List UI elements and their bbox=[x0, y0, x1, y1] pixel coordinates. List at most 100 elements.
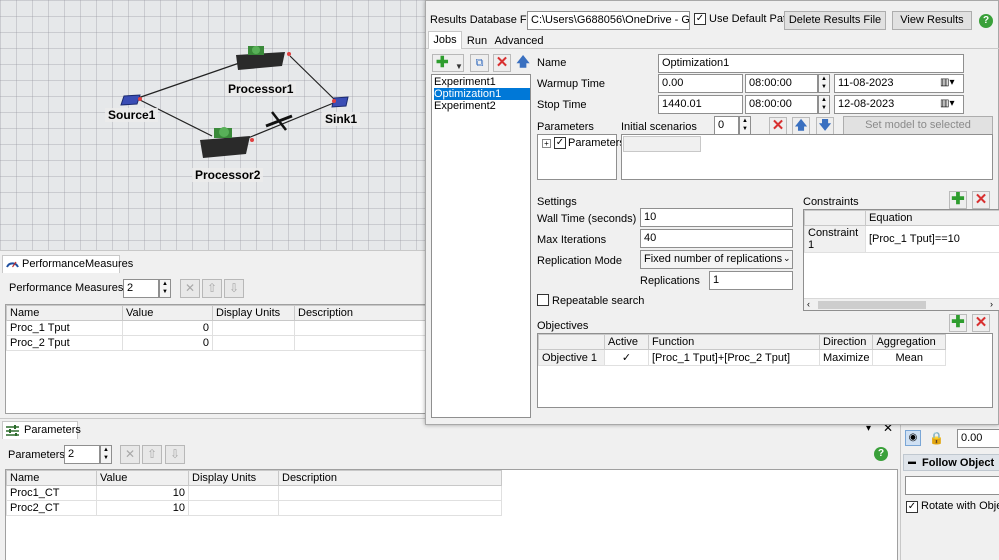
perf-value-cell[interactable]: 0 bbox=[122, 335, 213, 351]
help-icon[interactable]: ? bbox=[979, 14, 993, 28]
calendar-dropdown-icon[interactable]: ▥▾ bbox=[940, 77, 954, 88]
objective-direction-cell[interactable]: Maximize bbox=[818, 349, 874, 366]
delete-results-button[interactable]: Delete Results File bbox=[784, 11, 886, 30]
chevron-right-icon[interactable]: › bbox=[990, 299, 993, 309]
params-move-up-button[interactable]: ⇧ bbox=[142, 445, 162, 464]
param-name-cell[interactable]: Proc1_CT bbox=[6, 485, 97, 501]
perf-description-cell[interactable] bbox=[294, 320, 425, 336]
params-col-description[interactable]: Description bbox=[278, 470, 502, 486]
equation-col[interactable]: Equation bbox=[865, 210, 999, 226]
repeatable-search-checkbox[interactable] bbox=[537, 294, 549, 306]
list-item[interactable]: Experiment1 bbox=[434, 76, 530, 88]
param-units-cell[interactable] bbox=[188, 500, 279, 516]
eye-icon[interactable]: ◉ bbox=[905, 430, 921, 446]
perf-delete-button[interactable]: ✕ bbox=[180, 279, 200, 298]
table-row[interactable]: Proc_2 Tput 0 bbox=[6, 335, 425, 351]
tab-run[interactable]: Run bbox=[462, 33, 492, 49]
param-name-cell[interactable]: Proc2_CT bbox=[6, 500, 97, 516]
add-job-button[interactable]: ✚ ▼ bbox=[432, 54, 464, 72]
warmup-time-input[interactable]: 08:00:00 bbox=[745, 74, 818, 93]
follow-object-input[interactable] bbox=[905, 476, 999, 495]
perf-move-up-button[interactable]: ⇧ bbox=[202, 279, 222, 298]
warmup-time-spinner[interactable]: ▲ ▼ bbox=[818, 74, 830, 93]
stop-time-spinner[interactable]: ▲ ▼ bbox=[818, 95, 830, 114]
stop-time-input[interactable]: 08:00:00 bbox=[745, 95, 818, 114]
initial-scenarios-input[interactable]: 0 bbox=[714, 116, 739, 135]
params-count-spinner[interactable]: ▲ ▼ bbox=[100, 445, 112, 464]
perf-description-cell[interactable] bbox=[294, 335, 425, 351]
params-col-units[interactable]: Display Units bbox=[188, 470, 279, 486]
name-input[interactable]: Optimization1 bbox=[658, 54, 964, 73]
param-value-cell[interactable]: 10 bbox=[96, 485, 189, 501]
perf-col-name[interactable]: Name bbox=[6, 305, 123, 321]
expand-icon[interactable]: + bbox=[542, 139, 551, 148]
move-scenario-down-icon[interactable]: 🡇 bbox=[816, 117, 834, 135]
perf-count-input[interactable]: 2 bbox=[123, 279, 159, 298]
table-row[interactable]: Proc1_CT 10 bbox=[6, 485, 502, 501]
perf-units-cell[interactable] bbox=[212, 335, 295, 351]
horizontal-scrollbar[interactable]: ‹ › bbox=[804, 298, 999, 310]
param-description-cell[interactable] bbox=[278, 500, 502, 516]
rotate-with-object-checkbox[interactable]: ✓ bbox=[906, 501, 918, 513]
perf-name-cell[interactable]: Proc_1 Tput bbox=[6, 320, 123, 336]
tab-jobs[interactable]: Jobs bbox=[428, 31, 462, 49]
help-icon[interactable]: ? bbox=[874, 447, 888, 461]
list-item[interactable]: Experiment2 bbox=[434, 100, 530, 112]
constraint-equation-cell[interactable]: [Proc_1 Tput]==10 bbox=[865, 225, 999, 253]
tab-parameters[interactable]: Parameters bbox=[2, 421, 81, 439]
delete-constraint-button[interactable]: ✕ bbox=[972, 191, 990, 209]
perf-move-down-button[interactable]: ⇩ bbox=[224, 279, 244, 298]
move-scenario-up-icon[interactable]: 🡅 bbox=[792, 117, 810, 135]
param-value-cell[interactable]: 10 bbox=[96, 500, 189, 516]
set-model-to-scenario-button[interactable]: Set model to selected scenario bbox=[843, 116, 993, 148]
tab-performance-measures[interactable]: PerformanceMeasures bbox=[2, 255, 133, 273]
replication-mode-select[interactable]: Fixed number of replications bbox=[640, 250, 793, 269]
objective-active-cell[interactable]: ✓ bbox=[604, 349, 649, 366]
perf-count-spinner[interactable]: ▲ ▼ bbox=[159, 279, 171, 298]
processor1-label[interactable]: Processor1 bbox=[225, 82, 297, 96]
results-db-path-input[interactable]: C:\Users\G688056\OneDrive - Gener bbox=[527, 11, 690, 30]
perf-col-units[interactable]: Display Units bbox=[212, 305, 295, 321]
tab-advanced[interactable]: Advanced bbox=[494, 33, 544, 49]
constraint-name-cell[interactable]: Constraint 1 bbox=[804, 225, 866, 253]
stop-value-input[interactable]: 1440.01 bbox=[658, 95, 743, 114]
move-job-up-icon[interactable]: 🡅 bbox=[515, 54, 531, 72]
objective-name-cell[interactable]: Objective 1 bbox=[538, 349, 605, 366]
delete-objective-button[interactable]: ✕ bbox=[972, 314, 990, 332]
table-row[interactable]: Proc2_CT 10 bbox=[6, 500, 502, 516]
lock-icon[interactable]: 🔒 bbox=[929, 431, 944, 445]
model-3d-view[interactable]: Source1 Processor1 Processor2 Sink1 bbox=[0, 0, 426, 250]
params-move-down-button[interactable]: ⇩ bbox=[165, 445, 185, 464]
delete-job-button[interactable]: ✕ bbox=[493, 54, 511, 72]
max-iterations-input[interactable]: 40 bbox=[640, 229, 793, 248]
list-item-selected[interactable]: Optimization1 bbox=[434, 88, 530, 100]
function-col[interactable]: Function bbox=[648, 334, 820, 350]
params-count-input[interactable]: 2 bbox=[64, 445, 100, 464]
param-units-cell[interactable] bbox=[188, 485, 279, 501]
view-results-button[interactable]: View Results bbox=[892, 11, 972, 30]
wall-time-input[interactable]: 10 bbox=[640, 208, 793, 227]
perf-col-value[interactable]: Value bbox=[122, 305, 213, 321]
objective-function-cell[interactable]: [Proc_1 Tput]+[Proc_2 Tput] bbox=[648, 349, 820, 366]
active-col[interactable]: Active bbox=[604, 334, 649, 350]
initial-scenarios-spinner[interactable]: ▲ ▼ bbox=[739, 116, 751, 135]
table-row[interactable]: Proc_1 Tput 0 bbox=[6, 320, 425, 336]
source1-label[interactable]: Source1 bbox=[105, 108, 159, 122]
params-delete-button[interactable]: ✕ bbox=[120, 445, 140, 464]
direction-col[interactable]: Direction bbox=[818, 334, 874, 350]
warmup-value-input[interactable]: 0.00 bbox=[658, 74, 743, 93]
position-value-input[interactable]: 0.00 bbox=[957, 429, 999, 448]
add-objective-button[interactable]: ✚ bbox=[949, 314, 967, 332]
params-col-value[interactable]: Value bbox=[96, 470, 189, 486]
objective-aggregation-cell[interactable]: Mean bbox=[872, 349, 946, 366]
table-row[interactable]: Objective 1 ✓ [Proc_1 Tput]+[Proc_2 Tput… bbox=[538, 349, 946, 366]
perf-col-description[interactable]: Description bbox=[294, 305, 425, 321]
aggregation-col[interactable]: Aggregation bbox=[872, 334, 946, 350]
add-constraint-button[interactable]: ✚ bbox=[949, 191, 967, 209]
params-col-name[interactable]: Name bbox=[6, 470, 97, 486]
table-row[interactable]: Constraint 1 [Proc_1 Tput]==10 bbox=[804, 225, 999, 253]
perf-name-cell[interactable]: Proc_2 Tput bbox=[6, 335, 123, 351]
processor2-label[interactable]: Processor2 bbox=[192, 168, 264, 182]
calendar-dropdown-icon[interactable]: ▥▾ bbox=[940, 98, 954, 109]
perf-value-cell[interactable]: 0 bbox=[122, 320, 213, 336]
